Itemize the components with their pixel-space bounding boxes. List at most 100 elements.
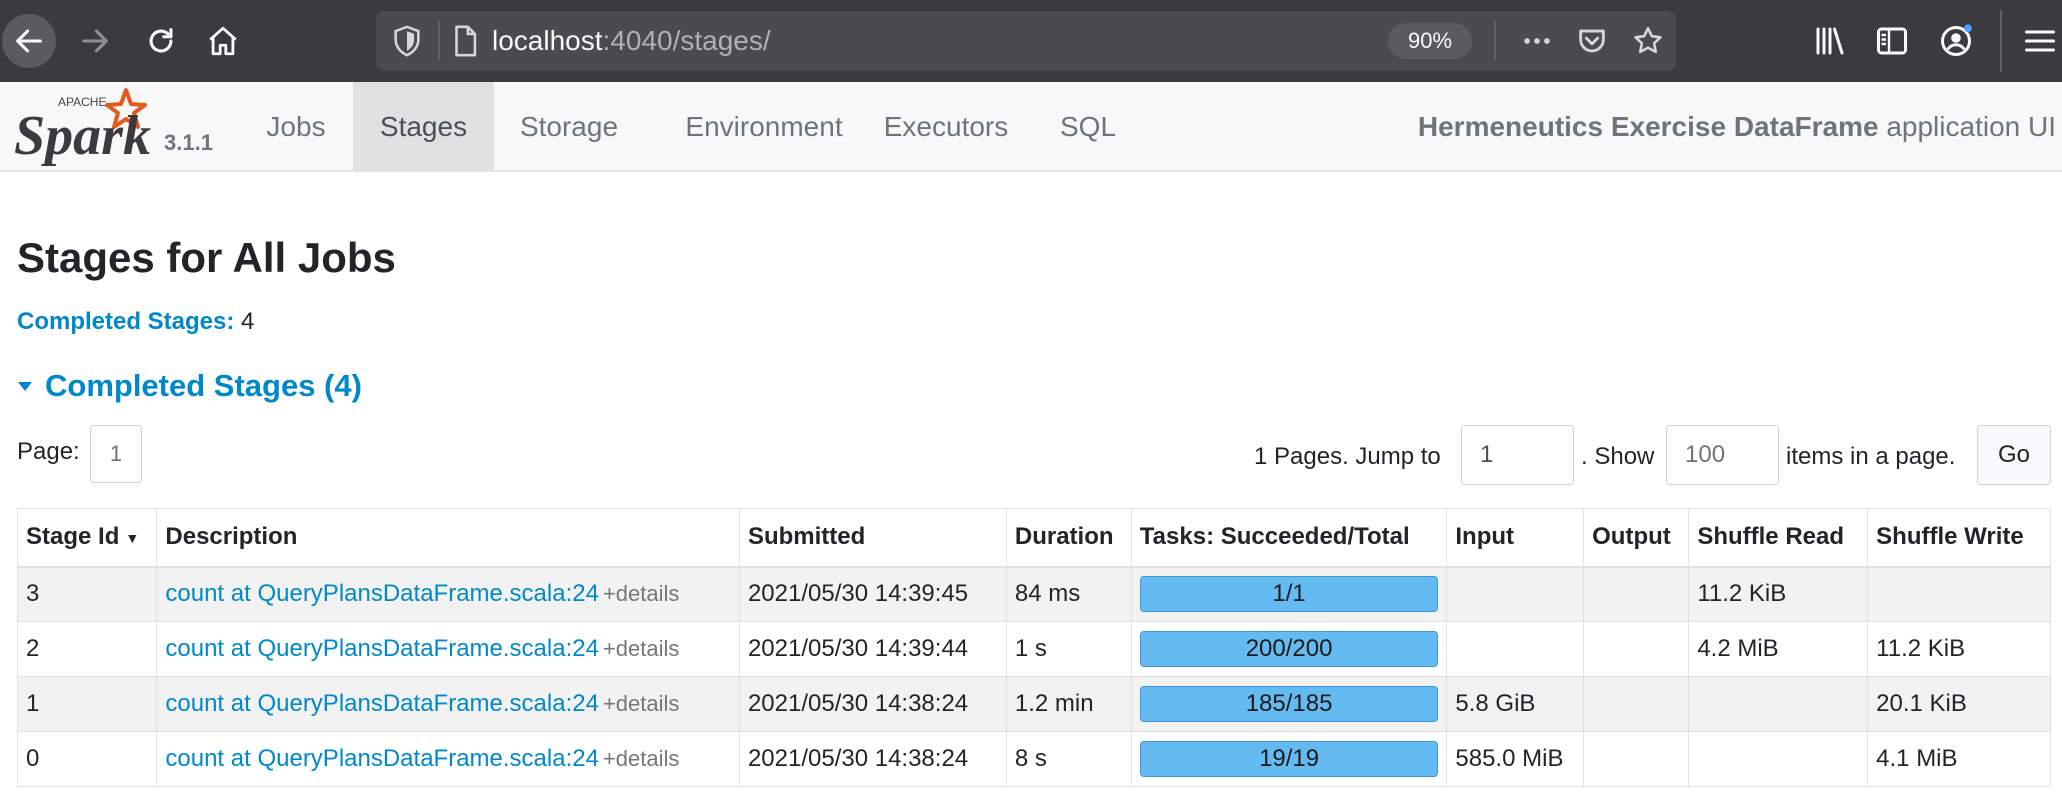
cell-input [1446,621,1585,677]
cell-input: 585.0 MiB [1446,731,1585,787]
app-name: Hermeneutics Exercise DataFrame [1417,111,1879,142]
more-actions-icon[interactable] [1520,24,1554,58]
tasks-progress-bar: 185/185 [1139,686,1439,722]
header-input[interactable]: Input [1446,508,1585,568]
url-text[interactable]: localhost:4040/stages/ [492,23,771,59]
stage-description-link[interactable]: count at QueryPlansDataFrame.scala:24 [165,690,599,717]
table-header-row: Stage Id ▼ Description Submitted Duration… [16,508,2051,568]
tab-jobs[interactable]: Jobs [246,82,346,170]
cell-submitted: 2021/05/30 14:38:24 [738,676,1007,732]
header-shuffle-read[interactable]: Shuffle Read [1688,508,1869,568]
url-path: :4040/stages/ [602,25,771,56]
cell-stage-id: 0 [16,731,158,787]
details-toggle[interactable]: +details [603,746,679,771]
sort-desc-icon: ▼ [125,529,140,546]
cell-output [1583,731,1690,787]
header-stage-id[interactable]: Stage Id ▼ [16,508,158,568]
cell-shuffle-write: 4.1 MiB [1867,731,2051,787]
progress-label: 19/19 [1259,745,1320,772]
cell-description: count at QueryPlansDataFrame.scala:24 +de… [156,731,740,787]
current-page-link[interactable]: 1 [90,425,142,483]
page-title: Stages for All Jobs [17,234,396,281]
tab-environment[interactable]: Environment [664,82,864,170]
completed-stages-toggle[interactable]: Completed Stages (4) [17,368,362,404]
cell-shuffle-write: 11.2 KiB [1867,621,2051,677]
details-toggle[interactable]: +details [603,636,679,661]
header-duration[interactable]: Duration [1005,508,1132,568]
cell-stage-id: 3 [16,566,158,622]
header-tasks[interactable]: Tasks: Succeeded/Total [1130,508,1448,568]
tab-sql[interactable]: SQL [1054,82,1122,170]
header-output[interactable]: Output [1583,508,1690,568]
url-divider [1494,21,1496,61]
header-shuffle-write[interactable]: Shuffle Write [1867,508,2051,568]
cell-shuffle-read [1688,731,1869,787]
stage-description-link[interactable]: count at QueryPlansDataFrame.scala:24 [165,635,599,662]
go-button[interactable]: Go [1977,425,2051,485]
zoom-level-badge[interactable]: 90% [1388,23,1472,59]
account-icon[interactable] [1938,23,1974,59]
cell-duration: 8 s [1005,731,1132,787]
app-suffix: application UI [1878,111,2056,142]
cell-stage-id: 1 [16,676,158,732]
cell-shuffle-write [1867,566,2051,622]
cell-input: 5.8 GiB [1446,676,1585,732]
reload-button[interactable] [134,14,188,68]
stage-description-link[interactable]: count at QueryPlansDataFrame.scala:24 [165,580,599,607]
tasks-progress-bar: 19/19 [1139,741,1439,777]
cell-shuffle-read: 11.2 KiB [1688,566,1869,622]
progress-label: 1/1 [1272,580,1306,608]
cell-stage-id: 2 [16,621,158,677]
tab-stages[interactable]: Stages [353,82,494,170]
details-toggle[interactable]: +details [603,691,679,716]
stage-description-link[interactable]: count at QueryPlansDataFrame.scala:24 [165,745,599,772]
jump-to-label: 1 Pages. Jump to [1254,443,1441,470]
pocket-icon[interactable] [1575,24,1609,58]
table-row: 2 count at QueryPlansDataFrame.scala:24 +… [16,621,2051,677]
cell-shuffle-write: 20.1 KiB [1867,676,2051,732]
items-per-page-label: items in a page. [1786,443,1956,470]
tab-storage[interactable]: Storage [506,82,632,170]
application-name: Hermeneutics Exercise DataFrame applicat… [1418,82,2056,172]
browser-toolbar: localhost:4040/stages/ 90% [0,0,2062,82]
hamburger-menu-icon[interactable] [2022,23,2058,59]
cell-shuffle-read: 4.2 MiB [1688,621,1869,677]
spark-version: 3.1.1 [164,130,213,155]
forward-arrow-icon [82,29,108,53]
cell-description: count at QueryPlansDataFrame.scala:24 +de… [156,566,740,622]
cell-output [1583,621,1690,677]
header-submitted[interactable]: Submitted [738,508,1007,568]
toolbar-divider [2000,10,2002,72]
page-info-icon[interactable] [448,23,482,59]
table-row: 3 count at QueryPlansDataFrame.scala:24 +… [16,566,2051,622]
tab-executors[interactable]: Executors [874,82,1018,170]
progress-label: 185/185 [1245,690,1333,717]
jump-to-page-input[interactable] [1461,425,1574,485]
cell-input [1446,566,1585,622]
home-button[interactable] [196,14,250,68]
spark-logo[interactable]: APACHE Spark [14,86,164,170]
header-description[interactable]: Description [156,508,740,568]
show-label: . Show [1581,443,1655,470]
tasks-progress-bar: 200/200 [1139,631,1439,667]
url-divider [438,21,440,61]
collapse-arrow-icon [18,382,32,391]
cell-tasks: 200/200 [1130,621,1448,677]
completed-stages-link[interactable]: Completed Stages: [17,308,234,335]
details-toggle[interactable]: +details [603,581,679,606]
bookmark-star-icon[interactable] [1631,24,1665,58]
library-icon[interactable] [1812,23,1848,59]
url-bar[interactable]: localhost:4040/stages/ 90% [376,11,1676,71]
tracking-shield-icon[interactable] [390,24,424,58]
sidebar-icon[interactable] [1874,23,1910,59]
header-stage-id-label: Stage Id [26,523,120,551]
completed-stages-table: Stage Id ▼ Description Submitted Duration… [16,508,2051,787]
reload-icon [149,28,173,53]
cell-output [1583,566,1690,622]
page-size-input[interactable] [1666,425,1779,485]
cell-tasks: 1/1 [1130,566,1448,622]
back-button[interactable] [2,14,56,68]
cell-duration: 1.2 min [1005,676,1132,732]
stage-summary: Completed Stages: 4 [17,308,254,336]
forward-button[interactable] [68,14,122,68]
